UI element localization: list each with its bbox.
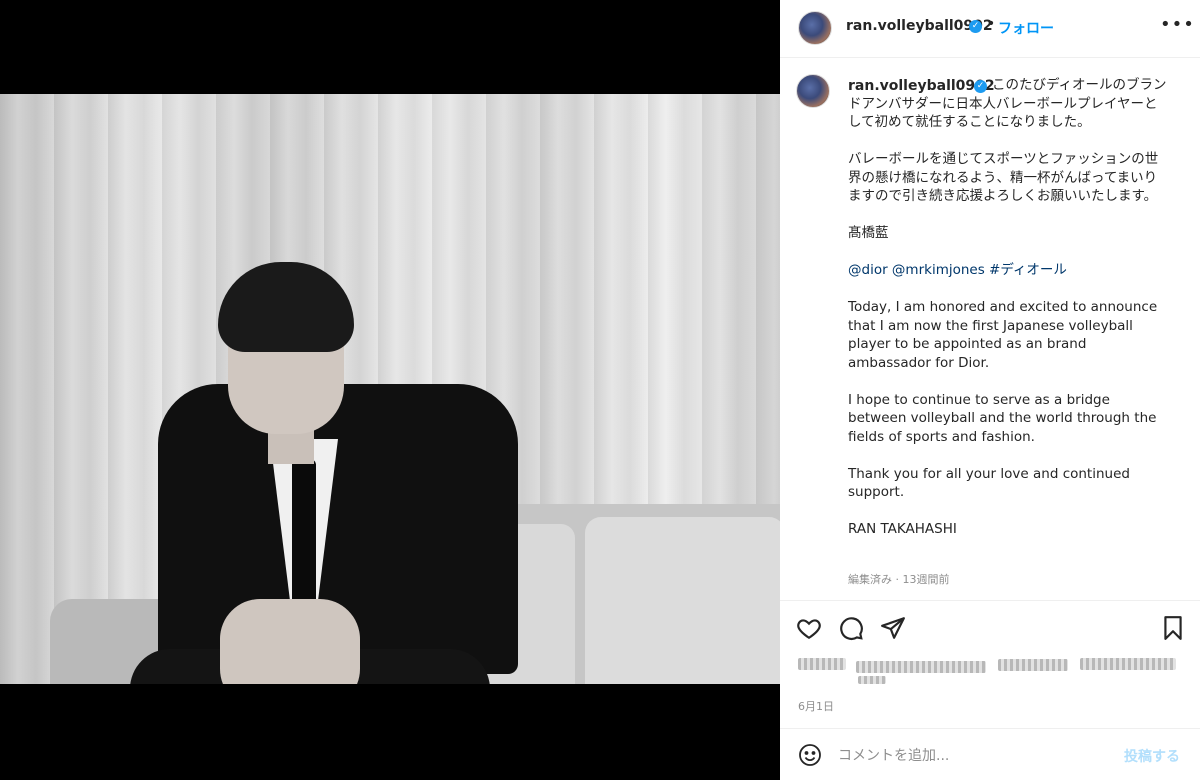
post-photo[interactable] (0, 94, 780, 684)
caption-section: ran.volleyball0902 ✓ このたびディオールのブランドアンバサダ… (780, 58, 1200, 598)
post-comment-button[interactable]: 投稿する (1124, 746, 1180, 766)
instagram-post: ran.volleyball0902 ✓ • フォロー ••• ran.voll… (0, 0, 1200, 780)
blurred-text (798, 658, 846, 670)
action-bar (780, 600, 1200, 651)
avatar[interactable] (798, 11, 832, 45)
caption-english: Today, I am honored and excited to annou… (848, 299, 1158, 537)
post-date: 6月1日 (798, 700, 834, 713)
caption-text: このたびディオールのブランドアンバサダーに日本人バレーボールプレイヤーとして初め… (848, 76, 1168, 539)
post-header: ran.volleyball0902 ✓ • フォロー ••• (780, 0, 1200, 58)
caption-avatar[interactable] (796, 74, 830, 108)
post-side-panel: ran.volleyball0902 ✓ • フォロー ••• ran.voll… (780, 0, 1200, 780)
blurred-text (998, 659, 1068, 671)
verified-badge-icon: ✓ (969, 20, 982, 33)
emoji-icon[interactable] (798, 743, 822, 767)
comment-icon[interactable] (838, 615, 864, 641)
hair (218, 262, 354, 352)
blurred-text (856, 661, 986, 673)
blurred-text (1080, 658, 1176, 670)
heart-icon[interactable] (796, 615, 822, 641)
caption-tags-link[interactable]: @dior @mrkimjones #ディオール (848, 262, 1067, 278)
comment-input[interactable] (836, 743, 1110, 769)
bookmark-icon[interactable] (1160, 615, 1186, 641)
edited-timestamp: 編集済み · 13週間前 (848, 573, 950, 586)
hands (220, 599, 360, 684)
comment-bar: 投稿する (780, 728, 1200, 781)
share-icon[interactable] (880, 615, 906, 641)
person-figure (0, 94, 780, 684)
more-options-icon[interactable]: ••• (1160, 14, 1195, 35)
blurred-text (858, 676, 886, 684)
follow-button[interactable]: フォロー (998, 18, 1054, 38)
separator-dot: • (987, 16, 996, 32)
liked-by-blurred (798, 656, 1178, 686)
caption-japanese: このたびディオールのブランドアンバサダーに日本人バレーボールプレイヤーとして初め… (848, 77, 1167, 241)
post-media[interactable] (0, 0, 780, 780)
tie (292, 459, 316, 609)
